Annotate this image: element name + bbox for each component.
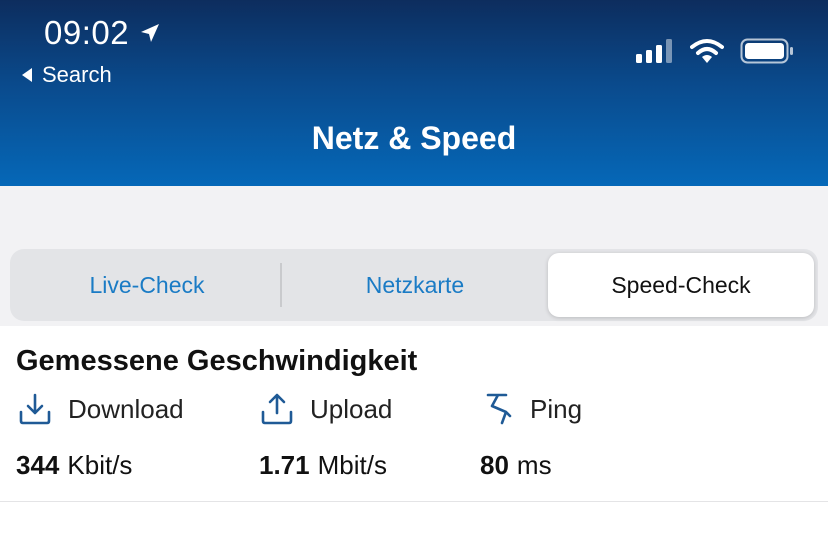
status-time-text: 09:02 [44,14,130,51]
battery-icon [740,38,793,64]
segmented-control: Live-Check Netzkarte Speed-Check [10,249,818,321]
tab-live-check[interactable]: Live-Check [14,253,280,317]
ping-label: Ping [530,393,583,424]
ping-unit: ms [516,450,552,480]
ping-icon [486,393,512,425]
tab-speed-check[interactable]: Speed-Check [548,253,814,317]
ping-metric: Ping [484,392,582,426]
signal-bars-icon [636,39,672,63]
back-to-search-link[interactable]: Search [20,62,112,88]
download-value: 344 Kbit/s [16,450,132,481]
app-header: 09:02 Search Netz & Speed [0,0,828,186]
upload-label: Upload [310,393,393,424]
status-time: 09:02 [44,14,161,52]
upload-unit: Mbit/s [317,450,387,480]
upload-value: 1.71 Mbit/s [259,450,387,481]
back-link-label: Search [42,62,112,87]
download-metric: Download [18,392,184,426]
status-icons [636,38,794,64]
upload-icon [261,393,293,425]
section-title: Gemessene Geschwindigkeit [16,345,418,377]
upload-metric: Upload [260,392,392,426]
upload-number: 1.71 [259,450,310,480]
ping-value: 80 ms [480,450,552,481]
download-icon [19,393,51,425]
location-arrow-icon [141,24,160,42]
download-unit: Kbit/s [67,450,133,480]
download-number: 344 [16,450,60,480]
page-title: Netz & Speed [311,120,517,156]
wifi-icon [690,39,724,63]
back-triangle-icon [22,68,32,82]
ping-number: 80 [480,450,509,480]
download-label: Download [68,393,184,424]
tab-netzkarte[interactable]: Netzkarte [282,253,548,317]
